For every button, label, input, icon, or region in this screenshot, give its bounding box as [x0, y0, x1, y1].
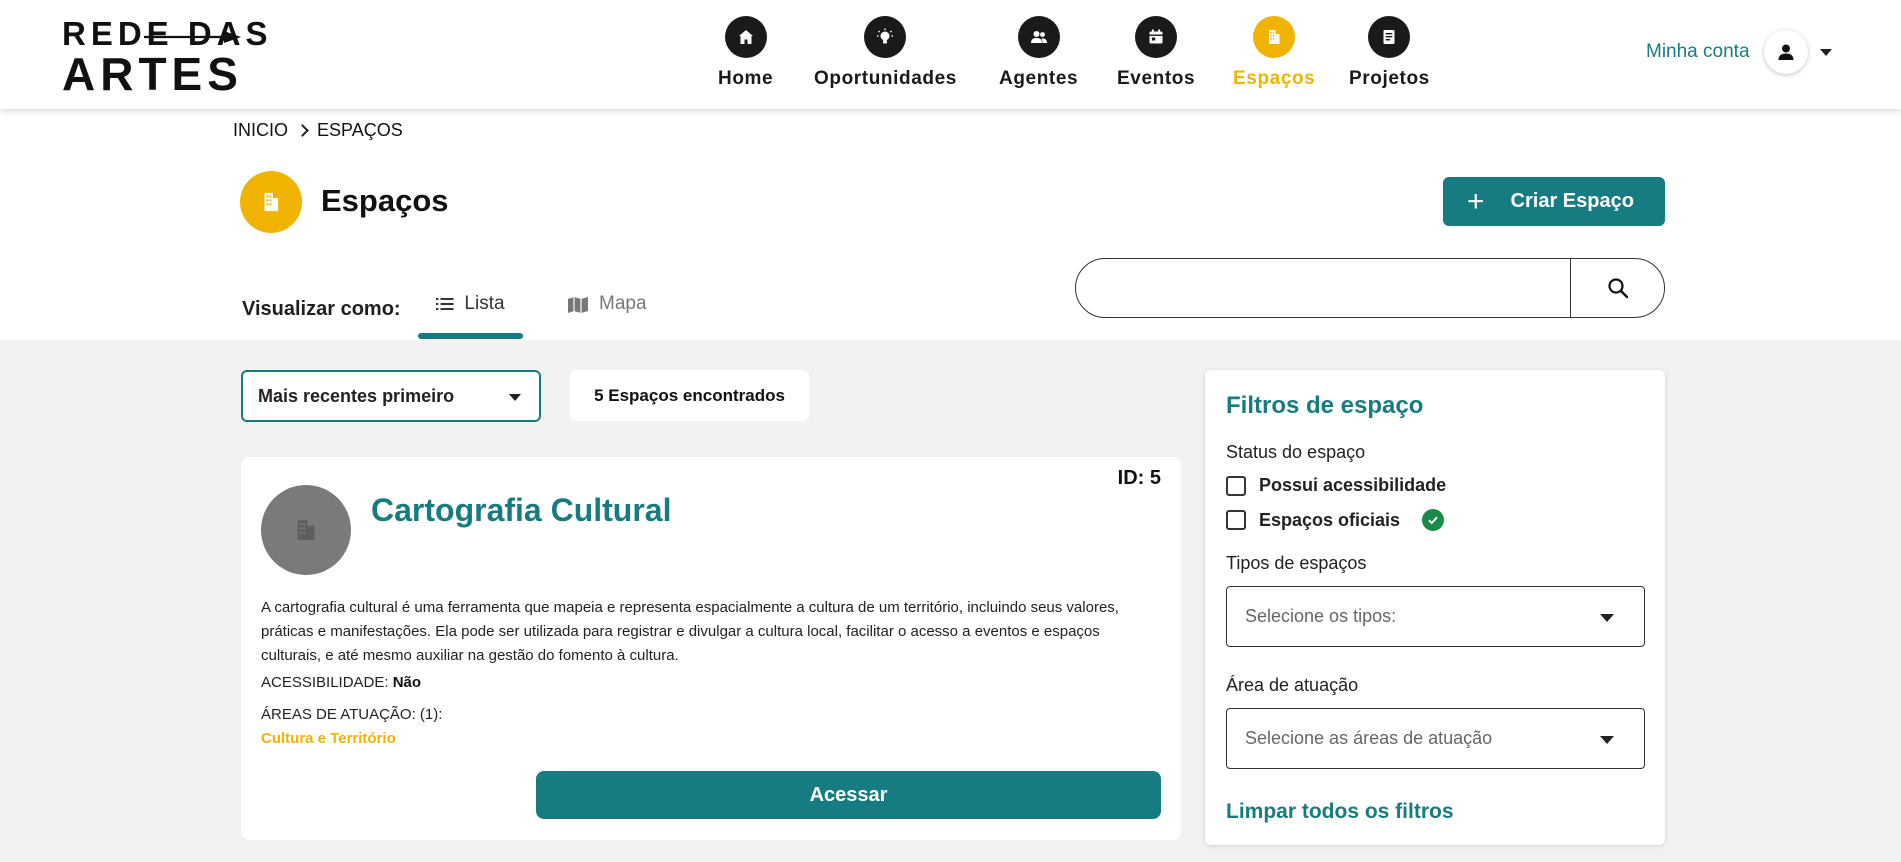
area-placeholder: Selecione as áreas de atuação: [1245, 728, 1493, 748]
active-tab-indicator: [418, 333, 523, 339]
list-icon: [436, 298, 454, 310]
chevron-down-icon: [1600, 614, 1614, 622]
create-space-label: Criar Espaço: [1510, 190, 1634, 212]
nav-oportunidades[interactable]: Oportunidades: [814, 16, 957, 96]
chevron-down-icon[interactable]: [1819, 48, 1832, 56]
types-placeholder: Selecione os tipos:: [1245, 606, 1397, 626]
document-icon: [1368, 16, 1411, 58]
map-icon: [568, 297, 588, 313]
search-box: [1075, 258, 1665, 318]
filters-panel: Filtros de espaço Status do espaço Possu…: [1205, 370, 1665, 845]
chevron-down-icon: [1600, 736, 1614, 744]
clear-filters-link[interactable]: Limpar todos os filtros: [1226, 800, 1454, 824]
nav-espacos[interactable]: Espaços: [1233, 16, 1315, 96]
home-icon: [724, 16, 767, 58]
space-avatar: [261, 485, 351, 575]
view-as-label: Visualizar como:: [242, 298, 401, 320]
space-area-tag: Cultura e Território: [261, 730, 396, 747]
building-icon: [1253, 16, 1296, 58]
space-description: A cartografia cultural é uma ferramenta …: [261, 599, 1119, 664]
account-menu[interactable]: Minha conta: [1646, 30, 1832, 74]
accessibility-label: ACESSIBILIDADE:: [261, 674, 389, 691]
nav-label: Agentes: [999, 68, 1079, 89]
accessibility-value: Não: [392, 674, 422, 691]
plus-icon: +: [1467, 184, 1485, 218]
types-select[interactable]: Selecione os tipos:: [1226, 586, 1645, 647]
filter-accessibility[interactable]: Possui acessibilidade: [1226, 475, 1446, 496]
tab-list-label: Lista: [464, 293, 505, 314]
breadcrumb-current: ESPAÇOS: [317, 120, 403, 140]
rede-das-artes-logo[interactable]: REDE DAS ARTES: [62, 16, 268, 101]
accessibility-option-label: Possui acessibilidade: [1259, 475, 1447, 495]
nav-label: Oportunidades: [814, 68, 957, 89]
create-space-button[interactable]: + Criar Espaço: [1443, 177, 1665, 226]
top-header: REDE DAS ARTES Home Oportunidades Agente…: [0, 0, 1901, 109]
nav-label: Projetos: [1349, 68, 1430, 89]
accessibility-checkbox[interactable]: [1226, 475, 1246, 496]
user-avatar-icon[interactable]: [1763, 30, 1808, 74]
status-label: Status do espaço: [1226, 442, 1366, 462]
types-label: Tipos de espaços: [1226, 553, 1367, 573]
search-input[interactable]: [1096, 269, 1556, 309]
search-button[interactable]: [1570, 259, 1664, 317]
page-title: Espaços: [321, 183, 449, 218]
search-icon: [1607, 278, 1628, 299]
results-count: 5 Espaços encontrados: [570, 370, 809, 421]
chevron-right-icon: [296, 124, 309, 137]
account-label: Minha conta: [1646, 41, 1750, 62]
calendar-icon: [1135, 16, 1178, 58]
verified-check-icon: [1422, 509, 1445, 531]
area-select[interactable]: Selecione as áreas de atuação: [1226, 708, 1645, 769]
lightbulb-icon: [864, 16, 907, 58]
nav-eventos[interactable]: Eventos: [1117, 16, 1195, 96]
breadcrumb: INICIO ESPAÇOS: [233, 120, 403, 141]
space-name[interactable]: Cartografia Cultural: [371, 492, 671, 529]
tab-map-label: Mapa: [599, 293, 647, 314]
filter-official[interactable]: Espaços oficiais: [1226, 509, 1445, 531]
users-icon: [1017, 16, 1060, 58]
sort-select[interactable]: Mais recentes primeiro: [241, 370, 541, 422]
nav-agentes[interactable]: Agentes: [999, 16, 1078, 96]
logo-line-2: ARTES: [62, 48, 243, 100]
building-icon: [297, 520, 315, 540]
space-accessibility: ACESSIBILIDADE: Não: [261, 674, 421, 691]
nav-home[interactable]: Home: [718, 16, 773, 96]
space-card: ID: 5 Cartografia Cultural A cartografia…: [241, 457, 1181, 840]
nav-label: Eventos: [1117, 68, 1196, 89]
nav-projetos[interactable]: Projetos: [1349, 16, 1430, 96]
sort-selected-value: Mais recentes primeiro: [258, 385, 455, 406]
filters-title: Filtros de espaço: [1226, 392, 1424, 419]
tab-list[interactable]: Lista: [418, 293, 523, 339]
building-icon: [240, 171, 302, 233]
tab-map[interactable]: Mapa: [567, 293, 647, 339]
nav-label: Home: [718, 68, 774, 89]
chevron-down-icon: [509, 394, 521, 401]
access-button[interactable]: Acessar: [536, 771, 1161, 819]
official-checkbox[interactable]: [1226, 510, 1246, 530]
logo-line-1: REDE DAS: [62, 15, 273, 52]
nav-label: Espaços: [1233, 68, 1316, 89]
space-id: ID: 5: [1117, 467, 1161, 489]
area-label: Área de atuação: [1226, 675, 1359, 695]
breadcrumb-home[interactable]: INICIO: [233, 120, 288, 141]
space-areas-label: ÁREAS DE ATUAÇÃO: (1):: [261, 706, 443, 723]
official-option-label: Espaços oficiais: [1259, 509, 1401, 530]
